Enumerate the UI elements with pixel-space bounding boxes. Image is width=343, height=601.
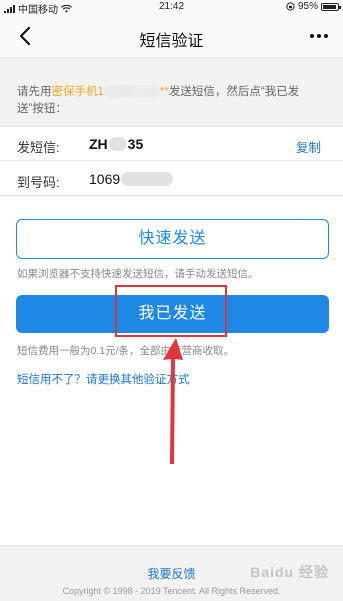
more-options-icon[interactable] [305,24,333,48]
battery-percent: 95% [297,1,318,12]
quick-send-button[interactable]: 快速发送 [16,219,329,259]
quick-send-tip: 如果浏览器不支持快速发送短信，请手动发送短信。 [17,268,259,280]
status-bar: 中国移动 21:42 95% [0,0,343,16]
content-mask [108,137,127,151]
instruction-text: 请先用密保手机1 **发送短信，然后点“我已发送”按钮： [0,84,343,118]
target-number-value: 1069 [89,171,174,187]
send-content-row: 发短信: ZH 35 复制 [0,127,343,161]
battery-icon [321,2,341,11]
instruction-prefix: 请先用 [17,86,52,98]
switch-verification-link[interactable]: 短信用不了？请更换其他验证方式 [17,371,190,387]
orientation-lock-icon [286,2,295,11]
sent-confirm-button[interactable]: 我已发送 [16,295,329,333]
target-number-row: 到号码: 1069 [0,162,343,196]
page-title: 短信验证 [139,33,204,50]
phone-mask [103,85,160,99]
fee-tip: 短信费用一般为0.1元/条，全部由运营商收取。 [17,345,235,357]
sms-info-table: 发短信: ZH 35 复制 到号码: 1069 [0,126,343,196]
watermark: Baidu 经验 [250,564,329,580]
target-number-prefix: 1069 [89,171,121,187]
phone-highlight-end: ** [159,86,169,98]
target-number-label: 到号码: [17,175,60,190]
send-content-prefix: ZH [89,136,108,152]
number-mask [121,172,174,186]
status-right: 95% [286,1,341,12]
footer: 我要反馈 Copyright © 1998 - 2019 Tencent. Al… [0,545,343,601]
send-content-suffix: 35 [127,136,144,152]
copyright-text: Copyright © 1998 - 2019 Tencent. All Rig… [62,586,281,596]
phone-highlight-start: 密保手机1 [51,86,104,98]
nav-bar: 短信验证 [0,14,343,58]
send-content-value: ZH 35 [89,136,143,152]
send-content-label: 发短信: [17,140,60,155]
copy-link[interactable]: 复制 [296,137,321,156]
